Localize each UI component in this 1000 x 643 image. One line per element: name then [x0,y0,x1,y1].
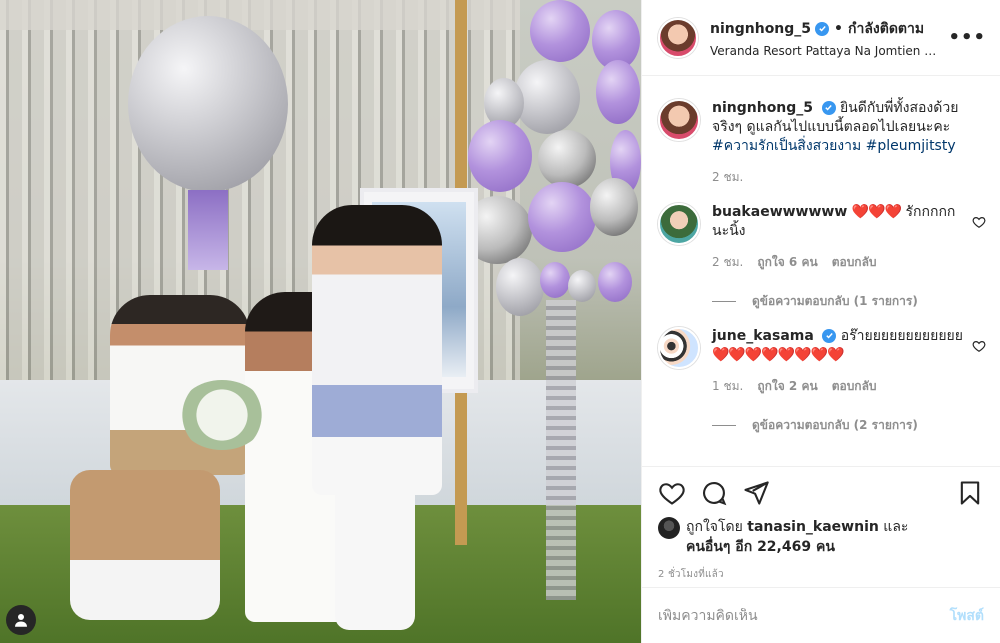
heart-outline-icon[interactable] [972,339,986,353]
avatar[interactable] [658,17,698,58]
comment-composer: โพสต์ [642,587,1000,643]
caption-time[interactable]: 2 ชม. [712,168,743,187]
silver-balloon [128,16,288,192]
comments-list[interactable]: ningnhong_5 ยินดีกับพี่ทั้งสองด้วยจริงๆ … [642,77,1000,466]
heart-outline-icon[interactable] [972,215,986,229]
separator-dot: • [834,20,843,37]
comment-item: buakaewwwwww ❤️❤️❤️ รักกกกกนะนิ้ง 2 ชม. … [658,203,986,311]
comment-likes[interactable]: ถูกใจ 6 คน [757,253,817,272]
verified-badge-icon [821,100,836,115]
comment-time[interactable]: 2 ชม. [712,253,743,272]
comment-icon[interactable] [700,479,728,507]
liker-username[interactable]: tanasin_kaewnin [747,519,879,535]
post-timestamp[interactable]: 2 ชั่วโมงที่แล้ว [658,567,984,582]
share-icon[interactable] [742,479,770,507]
post-actions: ถูกใจโดย tanasin_kaewnin และ คนอื่นๆ อีก… [642,466,1000,582]
reply-button[interactable]: ตอบกลับ [832,377,877,396]
bookmark-icon[interactable] [956,479,984,507]
heart-icon[interactable] [658,479,686,507]
location-link[interactable]: Veranda Resort Pattaya Na Jomtien - MGal… [710,44,940,58]
author-username[interactable]: ningnhong_5 [710,21,811,37]
user-tag-icon[interactable] [6,605,36,635]
reply-button[interactable]: ตอบกลับ [832,253,877,272]
comment-time[interactable]: 1 ชม. [712,377,743,396]
likes-summary: ถูกใจโดย tanasin_kaewnin และ คนอื่นๆ อีก… [658,517,984,557]
more-options-icon[interactable]: ••• [948,27,986,48]
comment-username[interactable]: buakaewwwwww [712,204,847,220]
avatar[interactable] [658,99,700,141]
post-side-panel: ningnhong_5 • กำลังติดตาม Veranda Resort… [641,0,1000,643]
caption: ningnhong_5 ยินดีกับพี่ทั้งสองด้วยจริงๆ … [658,99,986,187]
caption-username[interactable]: ningnhong_5 [712,100,813,116]
post-photo[interactable] [0,0,641,643]
verified-badge-icon [815,21,830,36]
hashtag-link[interactable]: #ความรักเป็นสิ่งสวยงาม [712,138,861,154]
avatar[interactable] [658,327,700,369]
person-right [312,205,442,495]
likes-count-link[interactable]: คนอื่นๆ อีก 22,469 คน [686,539,835,555]
following-button[interactable]: กำลังติดตาม [848,18,924,40]
view-replies-button[interactable]: ดูข้อความตอบกลับ (1 รายการ) [712,292,964,311]
comment-item: june_kasama อร๊ายยยยยยยยยยยย ❤️❤️❤️❤️❤️❤… [658,327,986,435]
avatar[interactable] [658,517,680,539]
comment-hearts: ❤️❤️❤️ [851,204,902,220]
instagram-post-modal: ningnhong_5 • กำลังติดตาม Veranda Resort… [0,0,1000,643]
hashtag-link[interactable]: #pleumjitsty [866,138,956,154]
comment-hearts: ❤️❤️❤️❤️❤️❤️❤️❤️ [712,347,844,363]
comment-input[interactable] [658,607,940,624]
post-comment-button[interactable]: โพสต์ [950,605,984,627]
flower-bouquet [178,380,266,450]
post-header: ningnhong_5 • กำลังติดตาม Veranda Resort… [642,0,1000,76]
avatar[interactable] [658,203,700,245]
verified-badge-icon [822,328,837,343]
view-replies-button[interactable]: ดูข้อความตอบกลับ (2 รายการ) [712,416,964,435]
comment-text: อร๊ายยยยยยยยยยยย [836,328,963,344]
comment-likes[interactable]: ถูกใจ 2 คน [757,377,817,396]
comment-username[interactable]: june_kasama [712,328,814,344]
